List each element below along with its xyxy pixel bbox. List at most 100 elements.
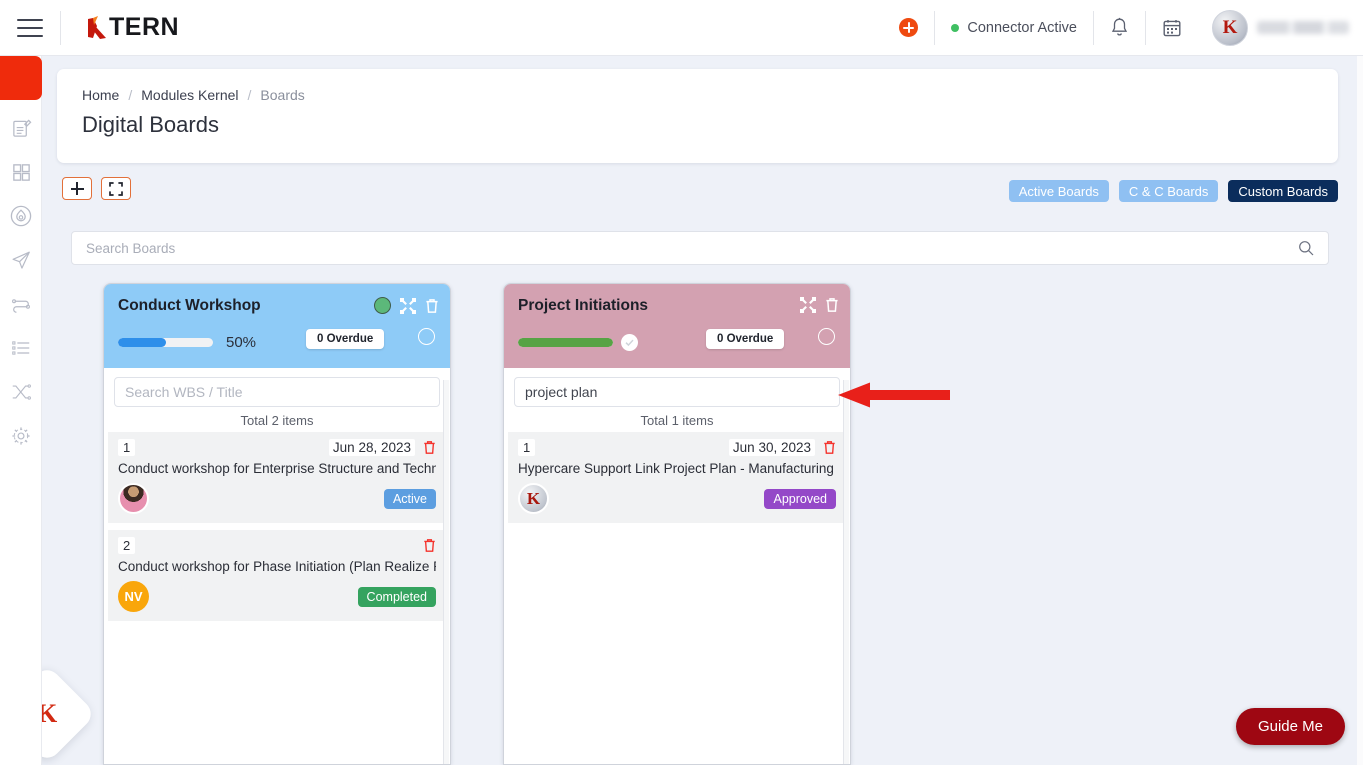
board-total-label: Total 1 items [640, 413, 714, 428]
list-item[interactable]: 1 Jun 28, 2023 Conduct workshop for Ente… [108, 432, 446, 523]
board-header: Project Initiations 0 Overdue [504, 284, 850, 368]
breadcrumb-separator: / [128, 87, 133, 103]
progress-track [118, 338, 213, 347]
sidebar-item-active[interactable] [0, 56, 42, 100]
plus-circle-icon[interactable] [899, 18, 919, 37]
sidebar-item-settings[interactable] [0, 414, 42, 458]
board-progress-row: 50% 0 Overdue [118, 329, 436, 351]
breadcrumb-modules-kernel[interactable]: Modules Kernel [141, 87, 238, 103]
board-card[interactable]: Conduct Workshop 50% 0 Overdue Search WB… [103, 283, 451, 765]
board-header: Conduct Workshop 50% 0 Overdue [104, 284, 450, 368]
trash-icon [824, 441, 835, 454]
user-menu[interactable]: K [1198, 9, 1349, 46]
board-toolbar-left [62, 177, 131, 200]
search-icon[interactable] [1298, 240, 1328, 256]
annotation-arrow [838, 381, 950, 409]
list-item[interactable]: 1 Jun 30, 2023 Hypercare Support Link Pr… [508, 432, 846, 523]
add-board-button[interactable] [62, 177, 92, 200]
note-edit-icon [12, 119, 31, 137]
sidebar-item-ignite[interactable] [0, 194, 42, 238]
app-root: TERN Connector Active K Home / Modules K… [0, 0, 1363, 765]
item-title: Conduct workshop for Phase Initiation (P… [118, 559, 436, 574]
item-number: 1 [518, 439, 536, 456]
trash-icon [424, 539, 435, 552]
notifications-button[interactable] [1094, 17, 1145, 38]
board-card[interactable]: Project Initiations 0 Overdue project pl… [503, 283, 851, 765]
trash-icon [424, 441, 435, 454]
grid-icon [12, 163, 30, 181]
sidebar [0, 56, 42, 765]
board-expand-button[interactable] [400, 297, 416, 314]
breadcrumb-home[interactable]: Home [82, 87, 119, 103]
connector-status[interactable]: Connector Active [935, 20, 1093, 36]
list-item[interactable]: 2 Conduct workshop for Phase Initiation … [108, 530, 446, 621]
board-expand-button[interactable] [800, 297, 816, 313]
board-delete-button[interactable] [425, 298, 439, 314]
breadcrumb-separator: / [247, 87, 252, 103]
calendar-button[interactable] [1146, 18, 1198, 38]
filter-cc-boards[interactable]: C & C Boards [1118, 180, 1219, 202]
hamburger-icon[interactable] [17, 18, 43, 37]
board-select-radio[interactable] [818, 328, 835, 345]
ktern-k-icon [84, 14, 110, 42]
item-number: 2 [118, 537, 136, 554]
sidebar-item-process[interactable] [0, 282, 42, 326]
sidebar-item-notes[interactable] [0, 106, 42, 150]
filter-custom-boards[interactable]: Custom Boards [1228, 180, 1338, 202]
item-avatar[interactable]: K [518, 483, 549, 514]
flame-circle-icon [10, 205, 32, 227]
breadcrumb-current: Boards [260, 87, 305, 103]
brand-logo[interactable]: TERN [84, 14, 179, 42]
progress-label: 50% [226, 334, 257, 351]
overdue-badge: 0 Overdue [706, 329, 785, 349]
item-avatar[interactable]: NV [118, 581, 149, 612]
sidebar-item-deploy[interactable] [0, 238, 42, 282]
board-search[interactable] [114, 377, 440, 407]
progress-fill [118, 338, 166, 347]
fullscreen-button[interactable] [101, 177, 131, 200]
item-delete-button[interactable] [423, 440, 436, 455]
connector-status-label: Connector Active [967, 19, 1077, 36]
add-new-button[interactable] [883, 18, 934, 37]
sidebar-item-modules[interactable] [0, 150, 42, 194]
gear-icon [12, 427, 30, 445]
board-scrollbar[interactable] [843, 380, 849, 764]
board-search[interactable] [514, 377, 840, 407]
sidebar-item-lists[interactable] [0, 326, 42, 370]
board-search-input[interactable] [515, 384, 839, 400]
breadcrumb: Home / Modules Kernel / Boards [82, 87, 305, 103]
expand-icon [400, 297, 416, 314]
avatar-initials: NV [124, 589, 143, 604]
filter-active-boards[interactable]: Active Boards [1008, 180, 1109, 202]
overdue-badge: 0 Overdue [306, 329, 385, 349]
status-badge: Completed [357, 586, 436, 607]
board-header-actions [800, 297, 839, 313]
board-header-actions [374, 297, 439, 314]
user-name-redacted [1257, 21, 1349, 34]
search-input[interactable] [72, 240, 1298, 256]
board-scrollbar[interactable] [443, 380, 449, 764]
page-scrollbar[interactable] [1357, 56, 1363, 765]
progress-complete-icon [621, 334, 638, 351]
paper-plane-icon [12, 251, 30, 269]
board-select-radio[interactable] [418, 328, 435, 345]
item-avatar[interactable] [118, 483, 149, 514]
guide-me-button[interactable]: Guide Me [1235, 708, 1345, 745]
expand-icon [800, 297, 816, 313]
board-status-dot-icon [374, 297, 391, 314]
status-dot-icon [951, 23, 960, 32]
top-bar: TERN Connector Active K [0, 0, 1363, 56]
expand-icon [109, 181, 123, 196]
item-number: 1 [118, 439, 136, 456]
board-delete-button[interactable] [825, 297, 839, 313]
search-boards-bar[interactable] [71, 231, 1329, 265]
avatar[interactable]: K [1212, 9, 1248, 46]
item-delete-button[interactable] [823, 440, 836, 455]
item-delete-button[interactable] [423, 538, 436, 553]
status-badge: Approved [764, 488, 836, 509]
plus-icon [70, 182, 84, 195]
sidebar-item-shuffle[interactable] [0, 370, 42, 414]
board-search-input[interactable] [115, 384, 439, 400]
page-title: Digital Boards [82, 112, 219, 137]
item-date: Jun 30, 2023 [728, 439, 815, 456]
